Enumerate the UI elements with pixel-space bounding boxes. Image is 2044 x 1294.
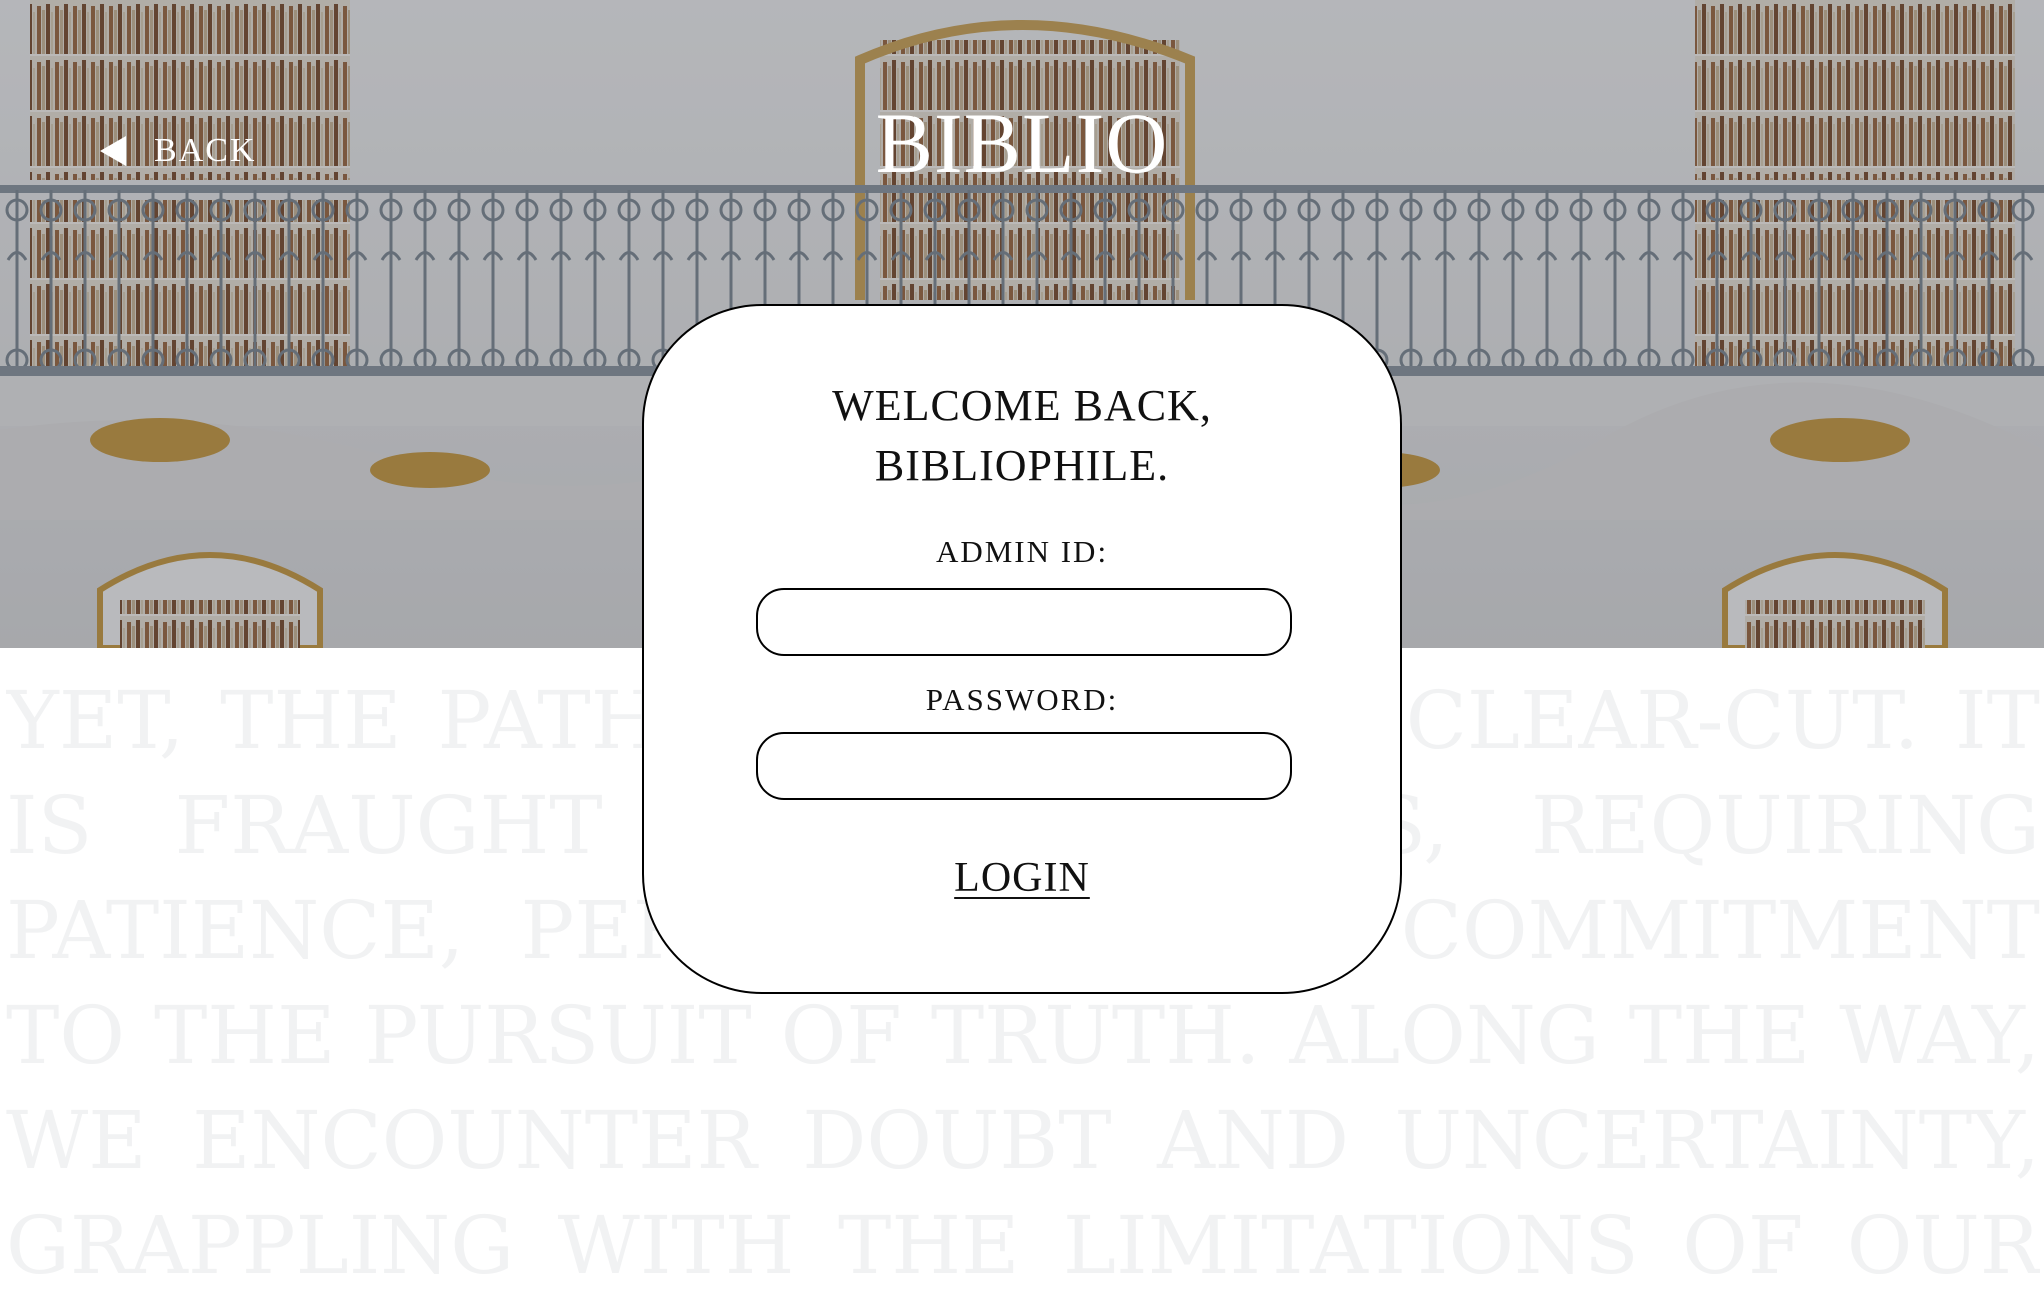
password-input[interactable]	[756, 732, 1292, 800]
login-card: WELCOME BACK, BIBLIOPHILE. ADMIN ID: PAS…	[642, 304, 1402, 994]
logo: BIBLIO	[875, 95, 1169, 191]
admin-id-input[interactable]	[756, 588, 1292, 656]
title-line-2: BIBLIOPHILE.	[874, 441, 1170, 490]
title-line-1: WELCOME BACK,	[832, 381, 1212, 430]
card-title: WELCOME BACK, BIBLIOPHILE.	[644, 376, 1400, 496]
password-label: PASSWORD:	[925, 682, 1119, 717]
admin-id-label: ADMIN ID:	[935, 534, 1109, 569]
login-button[interactable]: LOGIN	[922, 854, 1122, 902]
